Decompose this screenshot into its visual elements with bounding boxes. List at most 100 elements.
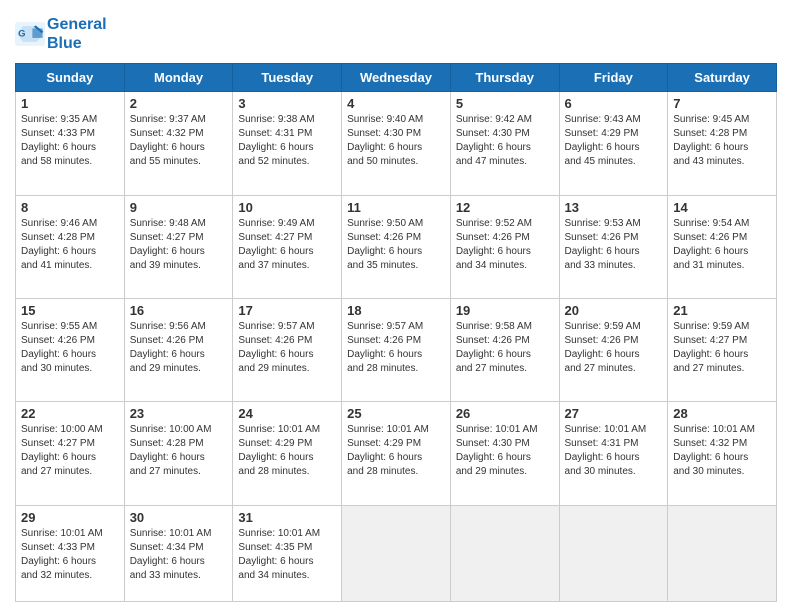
day-number: 23 xyxy=(130,406,228,421)
day-number: 22 xyxy=(21,406,119,421)
day-number: 20 xyxy=(565,303,663,318)
day-info: Sunrise: 9:59 AMSunset: 4:26 PMDaylight:… xyxy=(565,320,663,376)
calendar-cell xyxy=(342,505,451,601)
calendar-cell: 22 Sunrise: 10:00 AMSunset: 4:27 PMDaylig… xyxy=(16,402,125,505)
header: G General Blue xyxy=(15,15,777,53)
calendar-cell: 7 Sunrise: 9:45 AMSunset: 4:28 PMDaylight… xyxy=(668,92,777,195)
calendar-cell: 3 Sunrise: 9:38 AMSunset: 4:31 PMDaylight… xyxy=(233,92,342,195)
calendar-cell: 20 Sunrise: 9:59 AMSunset: 4:26 PMDayligh… xyxy=(559,299,668,402)
weekday-header-sunday: Sunday xyxy=(16,64,125,92)
calendar-cell xyxy=(668,505,777,601)
day-number: 5 xyxy=(456,96,554,111)
day-number: 25 xyxy=(347,406,445,421)
day-number: 13 xyxy=(565,200,663,215)
day-info: Sunrise: 10:01 AMSunset: 4:29 PMDaylight… xyxy=(238,423,336,479)
day-info: Sunrise: 9:45 AMSunset: 4:28 PMDaylight:… xyxy=(673,113,771,169)
calendar-cell: 1 Sunrise: 9:35 AMSunset: 4:33 PMDaylight… xyxy=(16,92,125,195)
calendar-cell: 2 Sunrise: 9:37 AMSunset: 4:32 PMDaylight… xyxy=(124,92,233,195)
day-number: 18 xyxy=(347,303,445,318)
calendar-week-row: 8Sunrise: 9:46 AMSunset: 4:28 PMDaylight… xyxy=(16,195,777,298)
day-number: 1 xyxy=(21,96,119,111)
day-number: 2 xyxy=(130,96,228,111)
day-number: 28 xyxy=(673,406,771,421)
day-number: 16 xyxy=(130,303,228,318)
day-info: Sunrise: 10:01 AMSunset: 4:35 PMDaylight… xyxy=(238,527,336,583)
day-info: Sunrise: 9:52 AMSunset: 4:26 PMDaylight:… xyxy=(456,217,554,273)
day-number: 30 xyxy=(130,510,228,525)
day-number: 26 xyxy=(456,406,554,421)
page: G General Blue SundayMondayTuesdayWednes… xyxy=(0,0,792,612)
logo-icon: G xyxy=(15,22,45,46)
day-info: Sunrise: 9:37 AMSunset: 4:32 PMDaylight:… xyxy=(130,113,228,169)
weekday-header-row: SundayMondayTuesdayWednesdayThursdayFrid… xyxy=(16,64,777,92)
day-number: 14 xyxy=(673,200,771,215)
weekday-header-saturday: Saturday xyxy=(668,64,777,92)
weekday-header-monday: Monday xyxy=(124,64,233,92)
svg-text:G: G xyxy=(18,29,25,40)
day-info: Sunrise: 9:59 AMSunset: 4:27 PMDaylight:… xyxy=(673,320,771,376)
calendar-cell: 13 Sunrise: 9:53 AMSunset: 4:26 PMDayligh… xyxy=(559,195,668,298)
day-info: Sunrise: 9:35 AMSunset: 4:33 PMDaylight:… xyxy=(21,113,119,169)
day-info: Sunrise: 9:53 AMSunset: 4:26 PMDaylight:… xyxy=(565,217,663,273)
day-number: 9 xyxy=(130,200,228,215)
calendar-cell: 19 Sunrise: 9:58 AMSunset: 4:26 PMDayligh… xyxy=(450,299,559,402)
calendar-cell: 29Sunrise: 10:01 AMSunset: 4:33 PMDaylig… xyxy=(16,505,125,601)
weekday-header-friday: Friday xyxy=(559,64,668,92)
weekday-header-wednesday: Wednesday xyxy=(342,64,451,92)
day-info: Sunrise: 10:00 AMSunset: 4:28 PMDaylight… xyxy=(130,423,228,479)
calendar-cell: 28 Sunrise: 10:01 AMSunset: 4:32 PMDaylig… xyxy=(668,402,777,505)
day-number: 4 xyxy=(347,96,445,111)
calendar-week-row: 15 Sunrise: 9:55 AMSunset: 4:26 PMDayligh… xyxy=(16,299,777,402)
day-info: Sunrise: 9:50 AMSunset: 4:26 PMDaylight:… xyxy=(347,217,445,273)
day-number: 24 xyxy=(238,406,336,421)
day-info: Sunrise: 10:00 AMSunset: 4:27 PMDaylight… xyxy=(21,423,119,479)
calendar-cell xyxy=(450,505,559,601)
day-info: Sunrise: 9:40 AMSunset: 4:30 PMDaylight:… xyxy=(347,113,445,169)
day-number: 8 xyxy=(21,200,119,215)
day-info: Sunrise: 10:01 AMSunset: 4:29 PMDaylight… xyxy=(347,423,445,479)
day-number: 27 xyxy=(565,406,663,421)
calendar-cell: 9Sunrise: 9:48 AMSunset: 4:27 PMDaylight… xyxy=(124,195,233,298)
calendar-cell: 30 Sunrise: 10:01 AMSunset: 4:34 PMDaylig… xyxy=(124,505,233,601)
calendar-cell: 24 Sunrise: 10:01 AMSunset: 4:29 PMDaylig… xyxy=(233,402,342,505)
calendar-cell: 6Sunrise: 9:43 AMSunset: 4:29 PMDaylight… xyxy=(559,92,668,195)
calendar-cell: 17Sunrise: 9:57 AMSunset: 4:26 PMDayligh… xyxy=(233,299,342,402)
calendar-cell: 16Sunrise: 9:56 AMSunset: 4:26 PMDayligh… xyxy=(124,299,233,402)
weekday-header-tuesday: Tuesday xyxy=(233,64,342,92)
day-info: Sunrise: 9:58 AMSunset: 4:26 PMDaylight:… xyxy=(456,320,554,376)
day-number: 7 xyxy=(673,96,771,111)
day-info: Sunrise: 10:01 AMSunset: 4:33 PMDaylight… xyxy=(21,527,119,583)
calendar-week-row: 1 Sunrise: 9:35 AMSunset: 4:33 PMDaylight… xyxy=(16,92,777,195)
day-info: Sunrise: 10:01 AMSunset: 4:32 PMDaylight… xyxy=(673,423,771,479)
day-number: 11 xyxy=(347,200,445,215)
day-info: Sunrise: 9:42 AMSunset: 4:30 PMDaylight:… xyxy=(456,113,554,169)
calendar-cell: 21Sunrise: 9:59 AMSunset: 4:27 PMDayligh… xyxy=(668,299,777,402)
day-number: 3 xyxy=(238,96,336,111)
calendar-week-row: 29Sunrise: 10:01 AMSunset: 4:33 PMDaylig… xyxy=(16,505,777,601)
logo-text: General Blue xyxy=(47,15,107,53)
day-info: Sunrise: 10:01 AMSunset: 4:34 PMDaylight… xyxy=(130,527,228,583)
calendar-cell: 4 Sunrise: 9:40 AMSunset: 4:30 PMDaylight… xyxy=(342,92,451,195)
day-info: Sunrise: 9:43 AMSunset: 4:29 PMDaylight:… xyxy=(565,113,663,169)
day-info: Sunrise: 9:38 AMSunset: 4:31 PMDaylight:… xyxy=(238,113,336,169)
day-number: 10 xyxy=(238,200,336,215)
day-number: 15 xyxy=(21,303,119,318)
calendar-cell: 15 Sunrise: 9:55 AMSunset: 4:26 PMDayligh… xyxy=(16,299,125,402)
day-number: 19 xyxy=(456,303,554,318)
calendar-cell xyxy=(559,505,668,601)
day-number: 17 xyxy=(238,303,336,318)
calendar-cell: 25 Sunrise: 10:01 AMSunset: 4:29 PMDaylig… xyxy=(342,402,451,505)
logo: G General Blue xyxy=(15,15,107,53)
calendar-cell: 23 Sunrise: 10:00 AMSunset: 4:28 PMDaylig… xyxy=(124,402,233,505)
day-number: 12 xyxy=(456,200,554,215)
calendar-cell: 5 Sunrise: 9:42 AMSunset: 4:30 PMDaylight… xyxy=(450,92,559,195)
calendar-cell: 10 Sunrise: 9:49 AMSunset: 4:27 PMDayligh… xyxy=(233,195,342,298)
day-info: Sunrise: 10:01 AMSunset: 4:31 PMDaylight… xyxy=(565,423,663,479)
calendar-cell: 8Sunrise: 9:46 AMSunset: 4:28 PMDaylight… xyxy=(16,195,125,298)
day-number: 31 xyxy=(238,510,336,525)
day-info: Sunrise: 10:01 AMSunset: 4:30 PMDaylight… xyxy=(456,423,554,479)
day-info: Sunrise: 9:55 AMSunset: 4:26 PMDaylight:… xyxy=(21,320,119,376)
day-info: Sunrise: 9:49 AMSunset: 4:27 PMDaylight:… xyxy=(238,217,336,273)
day-info: Sunrise: 9:54 AMSunset: 4:26 PMDaylight:… xyxy=(673,217,771,273)
calendar-cell: 31 Sunrise: 10:01 AMSunset: 4:35 PMDaylig… xyxy=(233,505,342,601)
